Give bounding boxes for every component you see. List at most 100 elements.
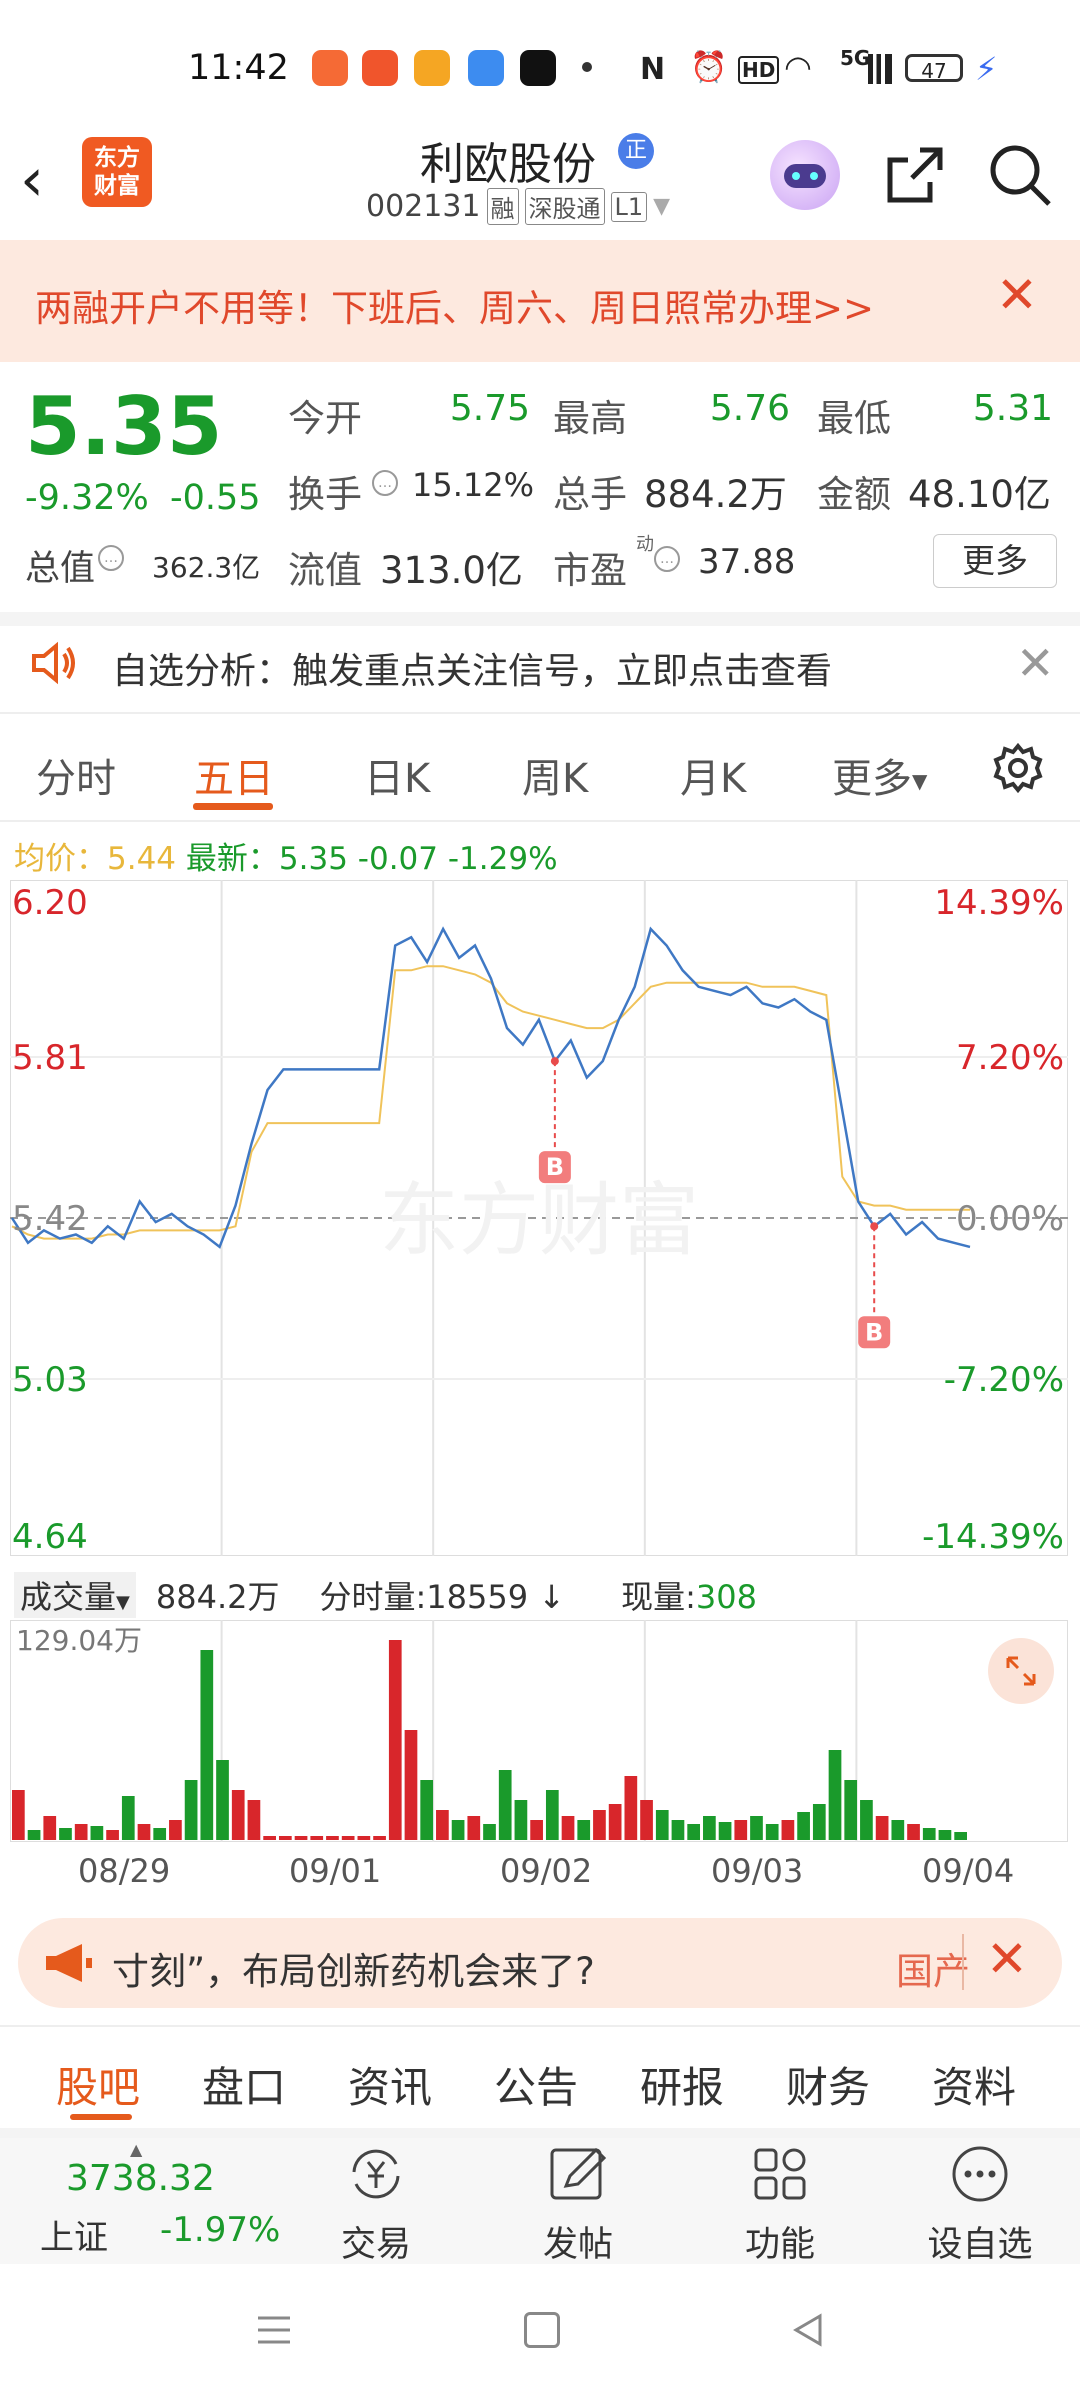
tick-volume-label: 分时量: [319,1578,427,1616]
menu-icon[interactable] [256,2312,292,2348]
volume-bar [938,1830,952,1840]
volume-bar [216,1760,229,1840]
edit-icon[interactable] [546,2142,610,2206]
latest-value: 5.35 [278,841,348,877]
tab-intraday[interactable]: 分时 [36,746,116,804]
volume-bar [467,1816,481,1840]
volume-bar [27,1830,41,1840]
tab-daily-k[interactable]: 日K [364,746,430,804]
ticker-text[interactable]: 寸刻”，布局创新药机会来了? [112,1941,595,1995]
volume-dropdown[interactable]: 成交量▼ [14,1572,136,1618]
total-value: 362.3亿 [152,551,261,584]
tab-more[interactable]: 更多▼ [832,746,927,804]
volume-bar [231,1790,245,1840]
index-name[interactable]: 上证 [40,2210,108,2259]
nfc-icon: N [640,52,666,87]
stock-name: 利欧股份 [420,139,596,190]
turnover-label: 换手 [288,473,362,516]
status-time: 11:42 [188,48,289,88]
index-value[interactable]: 3738.32 [66,2158,215,2199]
home-icon[interactable] [524,2312,560,2348]
connect-tag: 深股通 [524,188,605,225]
price-chart[interactable]: 东方财富BB6.20 14.39%5.81 7.20%5.42 0.00%5.03 -7… [10,880,1068,1556]
settings-gear-icon[interactable] [990,740,1046,796]
index-change[interactable]: -1.97% [160,2210,280,2250]
volume-bar [169,1820,182,1840]
volume-bar [640,1800,653,1840]
caret-down-icon[interactable]: ▼ [653,194,670,219]
tab-profile[interactable]: 资料 [932,2054,1016,2115]
speaker-icon [28,638,78,688]
promo-banner-text[interactable]: 两融开户不用等！下班后、周六、周日照常办理>> [35,278,874,332]
volume-bar [734,1820,748,1840]
more-circle-icon[interactable] [948,2142,1012,2206]
tab-research[interactable]: 研报 [640,2054,724,2115]
x-axis-date-label: 09/03 [711,1852,804,1890]
tab-weekly-k[interactable]: 周K [522,746,588,804]
turnover-value: 15.12% [412,466,535,504]
ticker-tag: 国产 [896,1950,970,1993]
more-button[interactable]: 更多 [933,534,1057,588]
volume-bar [718,1822,732,1840]
search-icon[interactable] [985,140,1055,210]
tab-five-day[interactable]: 五日 [194,746,274,804]
battery-icon: 47 [905,54,963,83]
info-icon[interactable]: … [372,470,398,496]
pe-value: 37.88 [698,542,796,582]
y-axis-tick-left: 5.81 [12,1038,88,1078]
tab-forum[interactable]: 股吧 [56,2054,140,2115]
volume-chart[interactable]: 129.04万 [10,1620,1068,1842]
volume-max-label: 129.04万 [16,1624,142,1657]
grid-icon[interactable] [748,2142,812,2206]
volume-bar [812,1804,826,1840]
amount-value: 48.10亿 [908,473,1051,516]
caret-down-icon: ▼ [912,769,928,793]
volume-bar [310,1836,324,1840]
y-axis-tick-right: 0.00% [956,1199,1064,1239]
close-icon[interactable]: ✕ [1016,636,1055,690]
trade-marker-label: B [865,1318,883,1346]
tab-monthly-k[interactable]: 月K [680,746,746,804]
volume-dropdown-label: 成交量 [20,1578,117,1616]
divider [0,2128,1080,2138]
volume-bar [357,1836,371,1840]
back-button[interactable]: ‹ [20,150,70,210]
analysis-text[interactable]: 自选分析：触发重点关注信号，立即点击查看 [112,642,832,694]
volume-bar [530,1820,543,1840]
nav-add-watchlist[interactable]: 设自选 [910,2216,1050,2267]
volume-bar [420,1780,434,1840]
close-icon[interactable]: ✕ [996,270,1038,320]
nav-functions[interactable]: 功能 [710,2216,850,2267]
nav-trade[interactable]: 交易 [306,2216,446,2267]
close-icon[interactable]: ✕ [986,1930,1028,1988]
volume-bar [922,1828,936,1840]
back-triangle-icon[interactable] [790,2312,826,2348]
nav-post[interactable]: 发帖 [508,2216,648,2267]
y-axis-tick-right: -7.20% [944,1360,1064,1400]
volume-bar [593,1810,606,1840]
volume-frame [10,1620,1068,1842]
tab-finance[interactable]: 财务 [786,2054,870,2115]
robot-assistant-icon[interactable] [770,140,840,210]
y-axis-tick-left: 5.42 [12,1199,88,1239]
pe-dynamic-sup: 动 [636,534,654,555]
info-icon[interactable]: … [98,545,124,571]
share-icon[interactable] [880,140,950,210]
info-icon[interactable]: … [654,546,680,572]
volume-bar [671,1820,685,1840]
volume-bar [436,1810,449,1840]
tab-news[interactable]: 资讯 [348,2054,432,2115]
active-tab-indicator [193,803,273,810]
y-axis-tick-left: 6.20 [12,883,88,923]
y-axis-tick-left: 5.03 [12,1360,88,1400]
app-notification-icon [312,50,348,86]
tab-announcements[interactable]: 公告 [494,2054,578,2115]
volume-bar [577,1820,591,1840]
yen-refresh-icon[interactable] [344,2142,408,2206]
volume-bar [184,1780,198,1840]
expand-icon[interactable] [988,1638,1054,1704]
tab-order-book[interactable]: 盘口 [202,2054,286,2115]
volume-bar [765,1824,779,1840]
volume-bar [278,1836,292,1840]
change-amount: -0.55 [170,478,261,518]
